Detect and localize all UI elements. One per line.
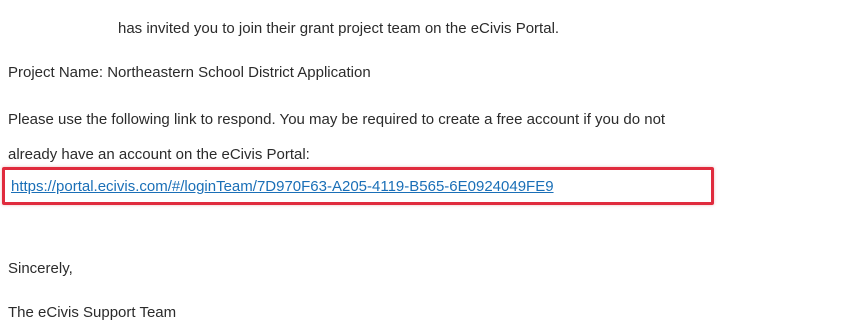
instructions-line-1: Please use the following link to respond…	[8, 111, 666, 128]
highlighted-link-box: https://portal.ecivis.com/#/loginTeam/7D…	[2, 167, 714, 205]
project-name: Project Name: Northeastern School Distri…	[8, 64, 371, 81]
instructions-line-2: already have an account on the eCivis Po…	[8, 146, 310, 163]
invite-message: has invited you to join their grant proj…	[118, 20, 560, 37]
login-team-link[interactable]: https://portal.ecivis.com/#/loginTeam/7D…	[11, 178, 554, 196]
signature: The eCivis Support Team	[8, 304, 177, 321]
email-body: has invited you to join their grant proj…	[0, 0, 846, 335]
closing: Sincerely,	[8, 260, 73, 277]
